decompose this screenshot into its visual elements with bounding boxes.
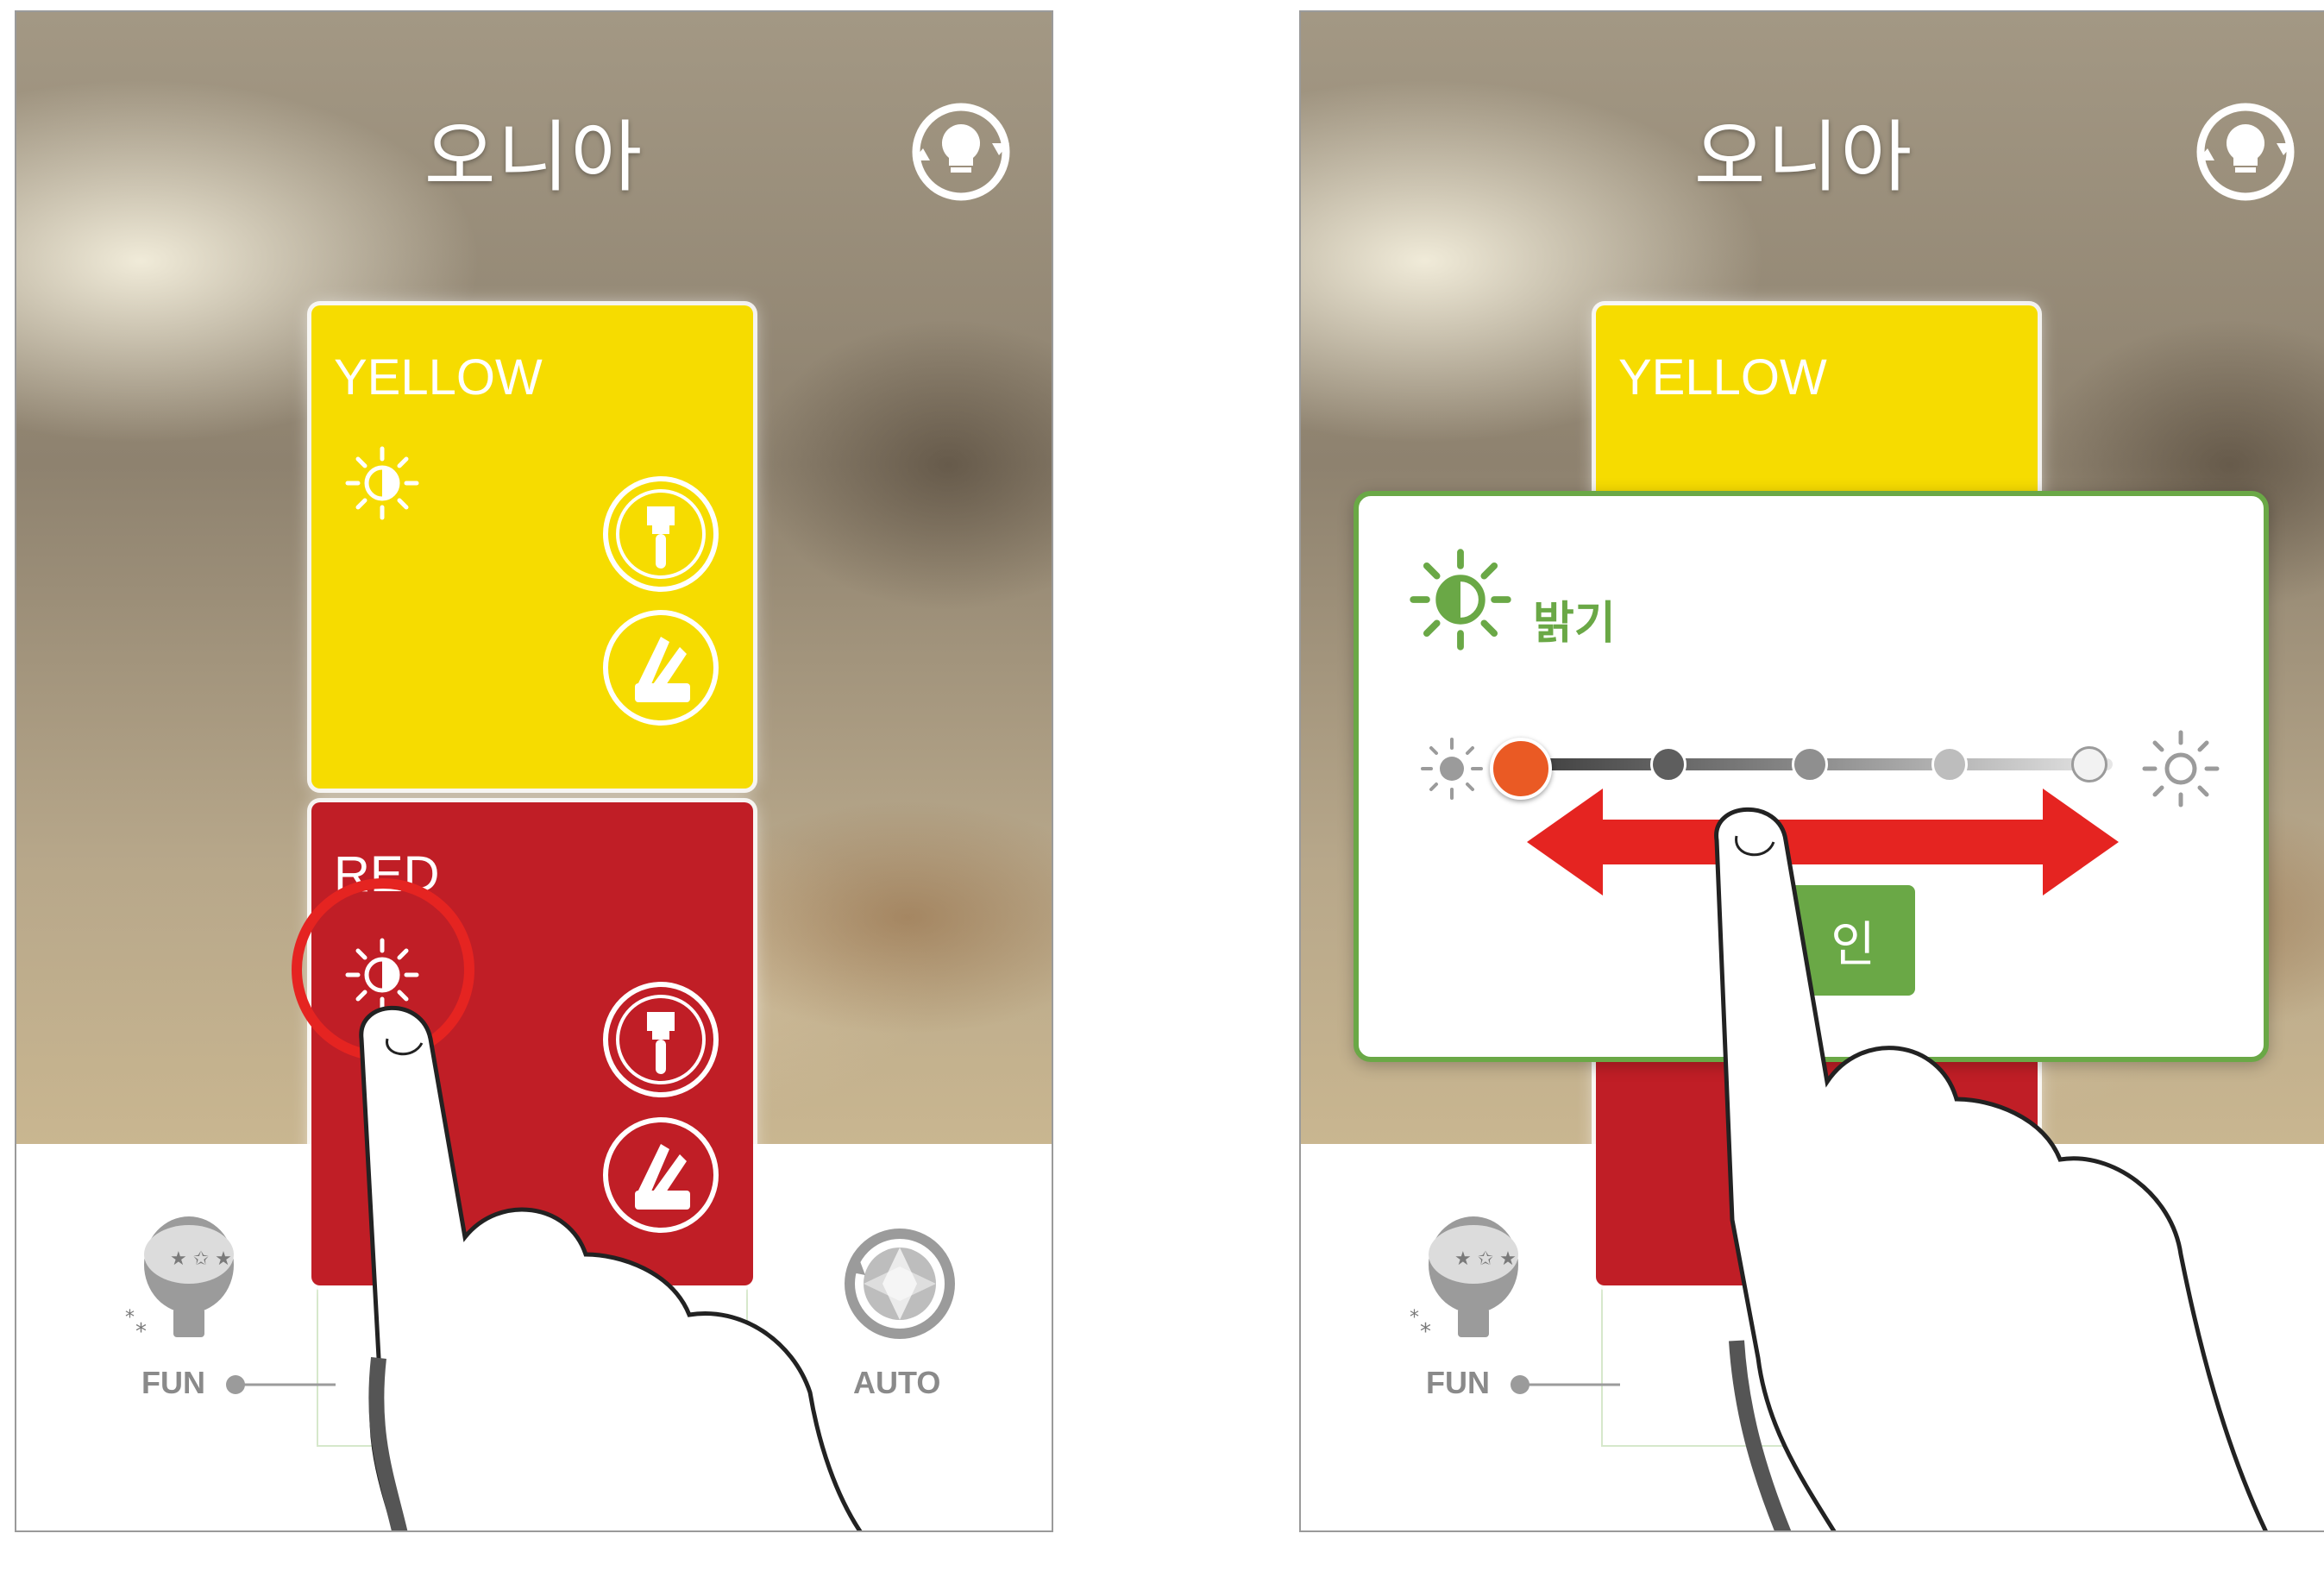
- phone-screen-left: 오니아 ★ ✩ ★ * * FUN AUTO YELLOW RED: [15, 10, 1053, 1532]
- pointing-hand-icon: [359, 1005, 863, 1530]
- swipe-gesture-overlay: [1527, 789, 2268, 1530]
- double-arrow-icon: [1527, 789, 2119, 896]
- pointing-hand-icon: [1714, 807, 2268, 1530]
- tap-gesture-overlay: [292, 878, 863, 1530]
- phone-screen-right: 오니아 ★ ✩ ★ * * FUN YELLOW 밝기 인: [1299, 10, 2324, 1532]
